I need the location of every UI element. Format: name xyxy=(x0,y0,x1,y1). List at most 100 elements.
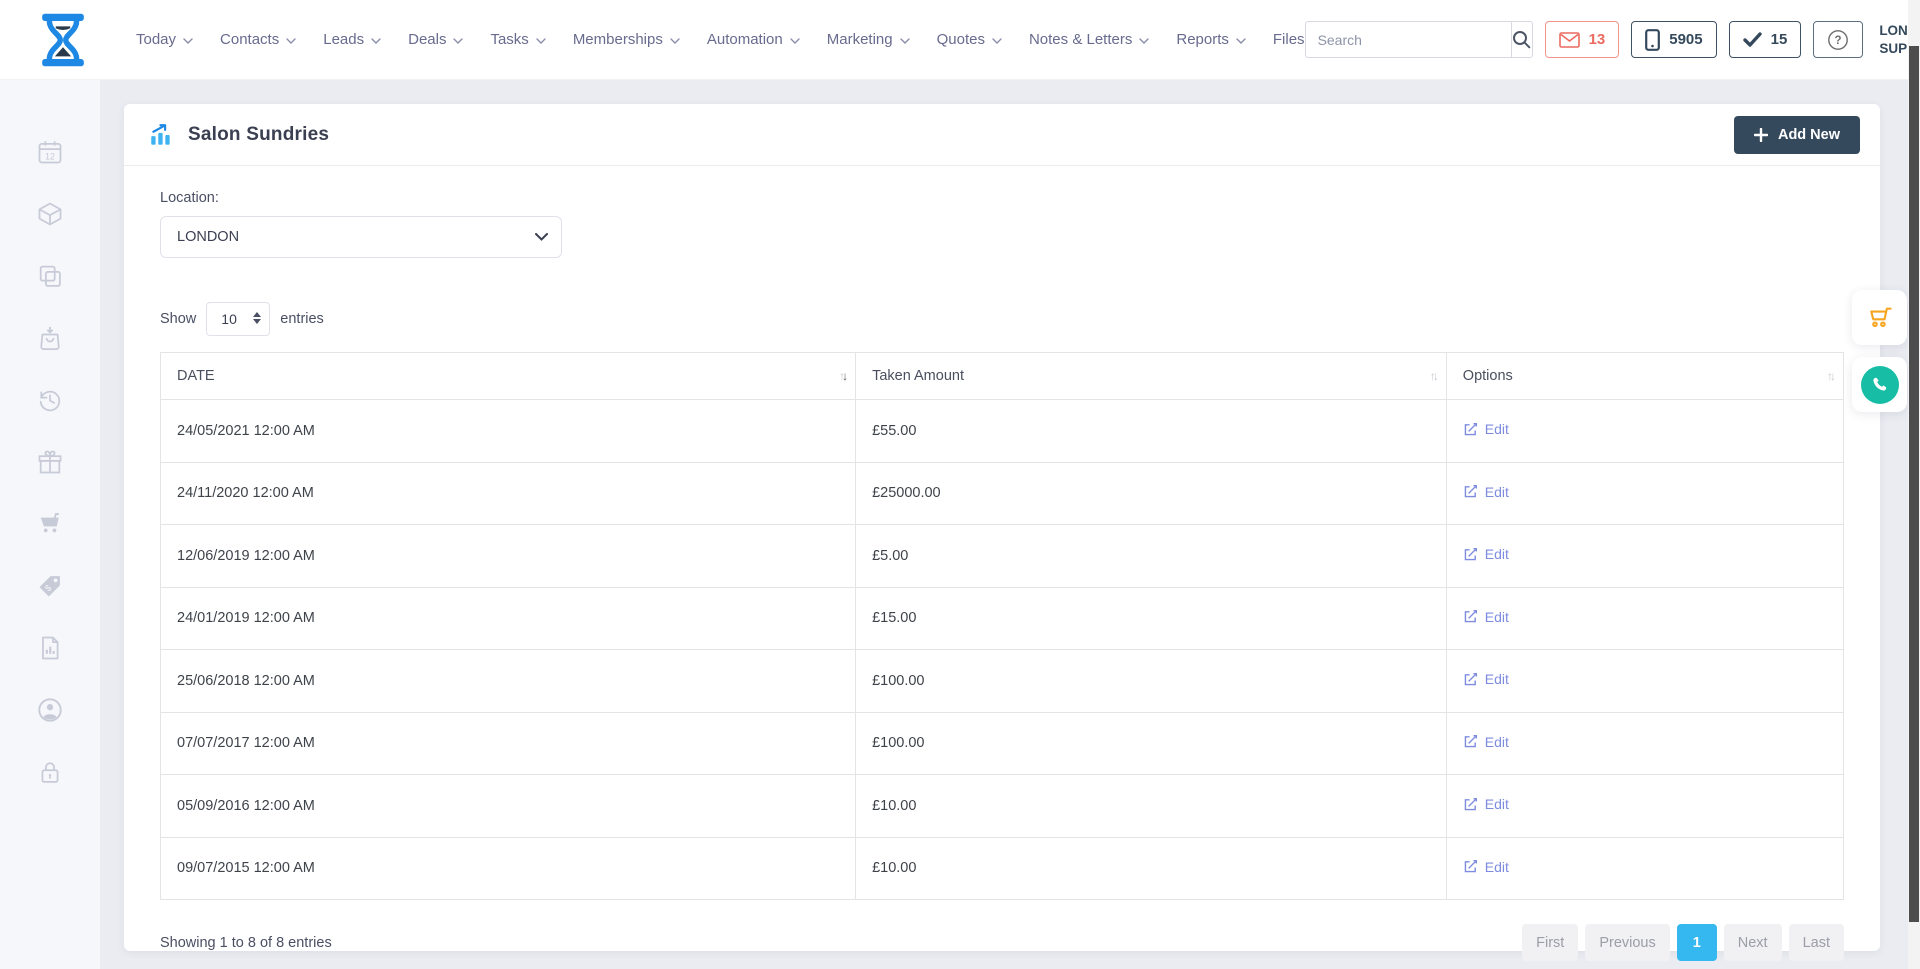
edit-link[interactable]: Edit xyxy=(1463,796,1509,812)
phone-badge[interactable]: 5905 xyxy=(1631,21,1716,58)
edit-label: Edit xyxy=(1485,859,1509,875)
amount-cell: £15.00 xyxy=(856,587,1447,650)
search-icon xyxy=(1512,30,1531,49)
date-cell: 24/01/2019 12:00 AM xyxy=(161,587,856,650)
phone-icon xyxy=(1870,375,1889,394)
nav-item[interactable]: Marketing xyxy=(827,31,910,48)
sort-icon: ↑↓ xyxy=(1827,369,1833,383)
column-header-date[interactable]: DATE ↑↓ xyxy=(161,353,856,400)
edit-link[interactable]: Edit xyxy=(1463,859,1509,875)
nav-item[interactable]: Automation xyxy=(707,31,800,48)
nav-item-label: Notes & Letters xyxy=(1029,31,1132,48)
edit-link[interactable]: Edit xyxy=(1463,421,1509,437)
edit-label: Edit xyxy=(1485,609,1509,625)
floating-phone-button[interactable] xyxy=(1852,357,1907,412)
floating-cart-button[interactable] xyxy=(1852,290,1907,345)
table-footer: Showing 1 to 8 of 8 entries First Previo… xyxy=(160,924,1844,961)
add-new-button[interactable]: Add New xyxy=(1734,116,1860,154)
nav-item[interactable]: Reports xyxy=(1176,31,1246,48)
envelope-icon xyxy=(1559,32,1580,48)
help-button[interactable]: ? xyxy=(1813,21,1863,58)
amount-cell: £55.00 xyxy=(856,400,1447,463)
amount-cell: £100.00 xyxy=(856,650,1447,713)
nav-item[interactable]: Memberships xyxy=(573,31,680,48)
nav-item-label: Automation xyxy=(707,31,783,48)
table-row: 07/07/2017 12:00 AM £100.00 Edit xyxy=(161,712,1844,775)
report-icon[interactable] xyxy=(36,634,64,662)
edit-link[interactable]: Edit xyxy=(1463,546,1509,562)
column-header-options[interactable]: Options ↑↓ xyxy=(1446,353,1843,400)
chevron-down-icon xyxy=(453,38,463,44)
cart-icon[interactable] xyxy=(36,510,64,538)
location-label: Location: xyxy=(160,190,1844,206)
nav-item-label: Files xyxy=(1273,31,1305,48)
cart-icon xyxy=(1865,303,1895,333)
search-button[interactable] xyxy=(1511,22,1532,57)
scrollbar-thumb[interactable] xyxy=(1909,46,1919,922)
column-header-taken-amount[interactable]: Taken Amount ↑↓ xyxy=(856,353,1447,400)
hourglass-logo[interactable] xyxy=(34,11,92,69)
page-button[interactable]: 1 xyxy=(1677,924,1717,961)
table-row: 05/09/2016 12:00 AM £10.00 Edit xyxy=(161,775,1844,838)
nav-item[interactable]: Tasks xyxy=(490,31,545,48)
bag-icon[interactable] xyxy=(36,324,64,352)
gift-icon[interactable] xyxy=(36,448,64,476)
salon-sundries-panel: Salon Sundries Add New Location: LONDON … xyxy=(124,104,1880,951)
price-tag-icon[interactable]: $ xyxy=(36,572,64,600)
edit-link[interactable]: Edit xyxy=(1463,484,1509,500)
edit-link[interactable]: Edit xyxy=(1463,671,1509,687)
table-row: 25/06/2018 12:00 AM £100.00 Edit xyxy=(161,650,1844,713)
edit-link[interactable]: Edit xyxy=(1463,609,1509,625)
chevron-down-icon xyxy=(183,38,193,44)
page-button[interactable]: First xyxy=(1522,924,1578,961)
chevron-down-icon xyxy=(992,38,1002,44)
nav-item[interactable]: Files xyxy=(1273,31,1305,48)
page-button[interactable]: Previous xyxy=(1585,924,1669,961)
table-row: 24/05/2021 12:00 AM £55.00 Edit xyxy=(161,400,1844,463)
cube-icon[interactable] xyxy=(36,200,64,228)
nav-item[interactable]: Notes & Letters xyxy=(1029,31,1149,48)
mobile-icon xyxy=(1645,29,1660,51)
page-length-select[interactable]: 10 xyxy=(206,302,270,336)
calendar-icon[interactable]: 12 xyxy=(36,138,64,166)
user-circle-icon[interactable] xyxy=(36,696,64,724)
nav-item-label: Quotes xyxy=(937,31,985,48)
pagination: First Previous 1 Next Last xyxy=(1522,924,1844,961)
options-cell: Edit xyxy=(1446,587,1843,650)
page-length-row: Show 10 entries xyxy=(160,302,1844,336)
location-select[interactable]: LONDON xyxy=(160,216,562,258)
search-input[interactable] xyxy=(1306,22,1511,57)
edit-pencil-icon xyxy=(1463,422,1478,437)
page-button[interactable]: Last xyxy=(1789,924,1844,961)
copy-icon[interactable] xyxy=(36,262,64,290)
show-label: Show xyxy=(160,311,196,327)
options-cell: Edit xyxy=(1446,462,1843,525)
page-button[interactable]: Next xyxy=(1724,924,1782,961)
lock-icon[interactable] xyxy=(36,758,64,786)
amount-cell: £10.00 xyxy=(856,775,1447,838)
table-row: 24/01/2019 12:00 AM £15.00 Edit xyxy=(161,587,1844,650)
options-cell: Edit xyxy=(1446,400,1843,463)
entries-summary: Showing 1 to 8 of 8 entries xyxy=(160,935,332,951)
tasks-count: 15 xyxy=(1771,31,1788,48)
nav-item[interactable]: Today xyxy=(136,31,193,48)
sundries-table: DATE ↑↓ Taken Amount ↑↓ Options ↑↓ xyxy=(160,352,1844,900)
nav-item[interactable]: Deals xyxy=(408,31,463,48)
history-icon[interactable] xyxy=(36,386,64,414)
panel-header: Salon Sundries Add New xyxy=(124,104,1880,166)
options-cell: Edit xyxy=(1446,650,1843,713)
messages-badge[interactable]: 13 xyxy=(1545,21,1620,58)
edit-pencil-icon xyxy=(1463,734,1478,749)
table-row: 09/07/2015 12:00 AM £10.00 Edit xyxy=(161,837,1844,900)
chevron-down-icon xyxy=(1236,38,1246,44)
tasks-badge[interactable]: 15 xyxy=(1729,21,1802,58)
nav-item[interactable]: Leads xyxy=(323,31,381,48)
edit-link[interactable]: Edit xyxy=(1463,734,1509,750)
nav-item-label: Leads xyxy=(323,31,364,48)
nav-item[interactable]: Quotes xyxy=(937,31,1002,48)
date-cell: 07/07/2017 12:00 AM xyxy=(161,712,856,775)
edit-label: Edit xyxy=(1485,796,1509,812)
edit-pencil-icon xyxy=(1463,484,1478,499)
nav-item[interactable]: Contacts xyxy=(220,31,296,48)
options-cell: Edit xyxy=(1446,837,1843,900)
